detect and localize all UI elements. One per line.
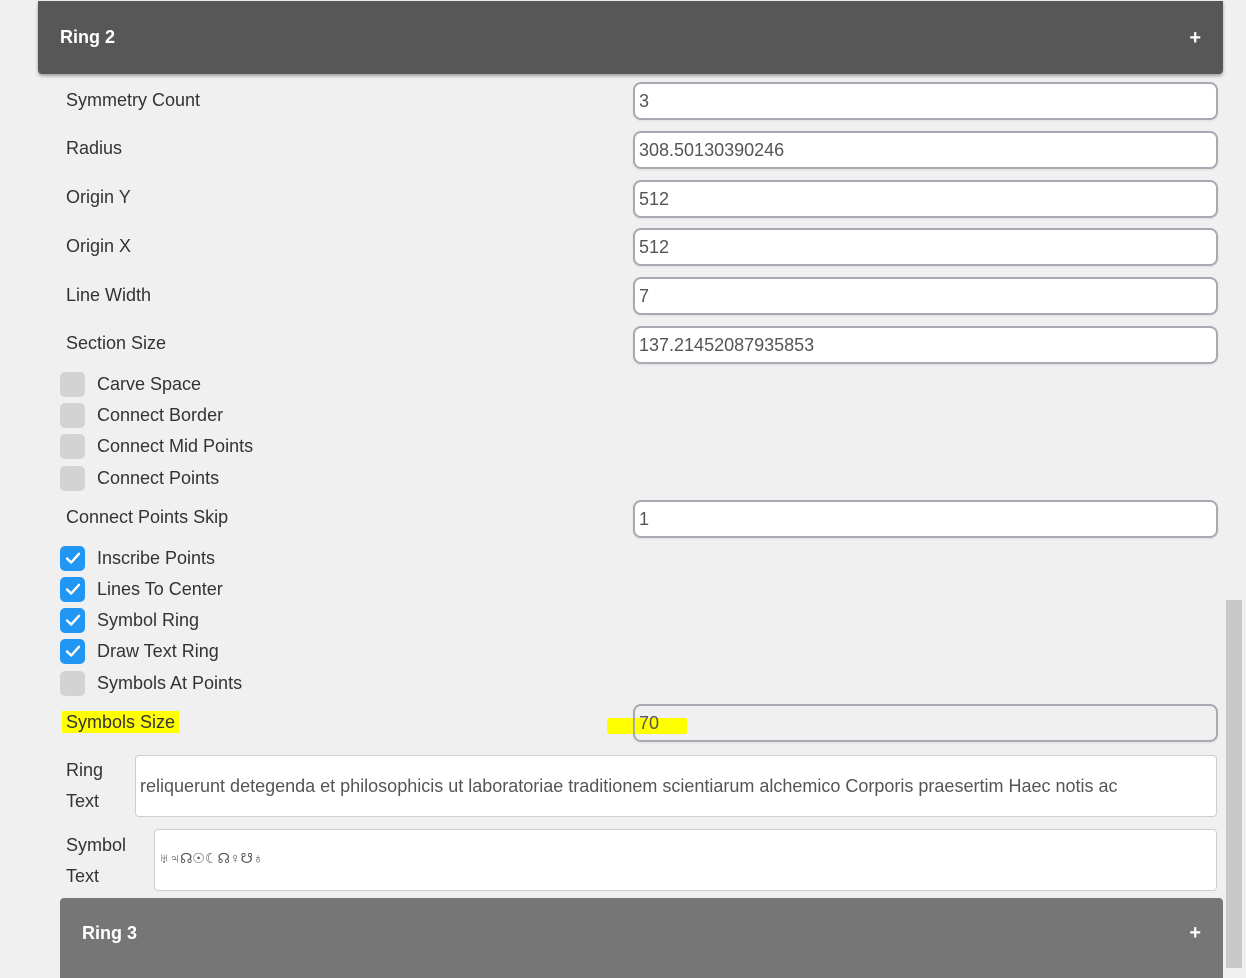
origin-y-input[interactable] <box>633 180 1218 218</box>
checkmark-icon <box>65 645 80 657</box>
draw-text-ring-checkbox[interactable] <box>60 638 85 664</box>
symbols-at-points-checkbox[interactable] <box>60 670 85 696</box>
draw-text-ring-label: Draw Text Ring <box>97 640 219 661</box>
inscribe-points-option[interactable]: Inscribe Points <box>60 544 215 572</box>
checkmark-icon <box>65 552 80 564</box>
ring-text-label-line1: Ring <box>66 760 104 780</box>
ring-2-title: Ring 2 <box>60 27 116 47</box>
symbol-text-label-line1: Symbol <box>66 835 127 855</box>
symbol-text-label-line2: Text <box>66 866 100 886</box>
connect-border-option[interactable]: Connect Border <box>60 401 223 429</box>
origin-y-label: Origin Y <box>66 187 131 207</box>
connect-points-option[interactable]: Connect Points <box>60 464 219 492</box>
inscribe-points-checkbox[interactable] <box>60 545 85 571</box>
symmetry-count-input[interactable] <box>633 82 1218 120</box>
scrollbar-thumb[interactable] <box>1226 600 1242 968</box>
connect-border-label: Connect Border <box>97 404 224 425</box>
expand-ring-2-icon[interactable]: + <box>1189 28 1201 48</box>
lines-to-center-checkbox[interactable] <box>60 576 85 602</box>
ring-3-header[interactable]: Ring 3 + <box>60 898 1223 978</box>
symbol-text-label: Symbol Text <box>66 830 126 892</box>
connect-points-checkbox[interactable] <box>60 465 85 491</box>
lines-to-center-label: Lines To Center <box>97 578 223 599</box>
section-size-input[interactable] <box>633 326 1218 364</box>
expand-ring-3-icon[interactable]: + <box>1189 923 1201 943</box>
line-width-input[interactable] <box>633 277 1218 315</box>
symbols-size-label: Symbols Size <box>62 711 180 733</box>
symbols-at-points-option[interactable]: Symbols At Points <box>60 669 242 697</box>
section-size-label: Section Size <box>66 333 167 353</box>
symbols-at-points-label: Symbols At Points <box>97 672 243 693</box>
radius-input[interactable] <box>633 131 1218 169</box>
ring-text-label-line2: Text <box>66 791 100 811</box>
symbol-ring-label: Symbol Ring <box>97 609 200 630</box>
ring-text-input[interactable]: reliquerunt detegenda et philosophicis u… <box>135 755 1217 817</box>
lines-to-center-option[interactable]: Lines To Center <box>60 575 223 603</box>
carve-space-checkbox[interactable] <box>60 371 85 397</box>
carve-space-label: Carve Space <box>97 373 202 394</box>
inscribe-points-label: Inscribe Points <box>97 547 216 568</box>
connect-mid-points-label: Connect Mid Points <box>97 435 254 456</box>
ring-text-label: Ring Text <box>66 755 103 817</box>
connect-points-label: Connect Points <box>97 467 220 488</box>
checkmark-icon <box>65 583 80 595</box>
carve-space-option[interactable]: Carve Space <box>60 370 201 398</box>
connect-points-skip-input[interactable] <box>633 500 1218 538</box>
symmetry-count-label: Symmetry Count <box>66 90 201 110</box>
ring-3-title: Ring 3 <box>82 922 138 943</box>
draw-text-ring-option[interactable]: Draw Text Ring <box>60 637 219 665</box>
origin-x-label: Origin X <box>66 236 132 256</box>
symbol-text-input[interactable]: ♅♃☊☉☾☊♀☋♁ <box>154 829 1217 891</box>
connect-points-skip-label: Connect Points Skip <box>66 507 229 527</box>
ring-text-value: reliquerunt detegenda et philosophicis u… <box>140 775 1118 796</box>
connect-mid-points-checkbox[interactable] <box>60 433 85 459</box>
radius-label: Radius <box>66 138 123 158</box>
symbol-text-value: ♅♃☊☉☾☊♀☋♁ <box>159 850 264 866</box>
ring-2-header[interactable]: Ring 2 + <box>38 1 1223 74</box>
origin-x-input[interactable] <box>633 228 1218 266</box>
checkmark-icon <box>65 614 80 626</box>
connect-border-checkbox[interactable] <box>60 402 85 428</box>
symbol-ring-option[interactable]: Symbol Ring <box>60 606 199 634</box>
line-width-label: Line Width <box>66 285 152 305</box>
connect-mid-points-option[interactable]: Connect Mid Points <box>60 432 253 460</box>
symbols-size-input[interactable] <box>633 704 1218 742</box>
symbol-ring-checkbox[interactable] <box>60 607 85 633</box>
